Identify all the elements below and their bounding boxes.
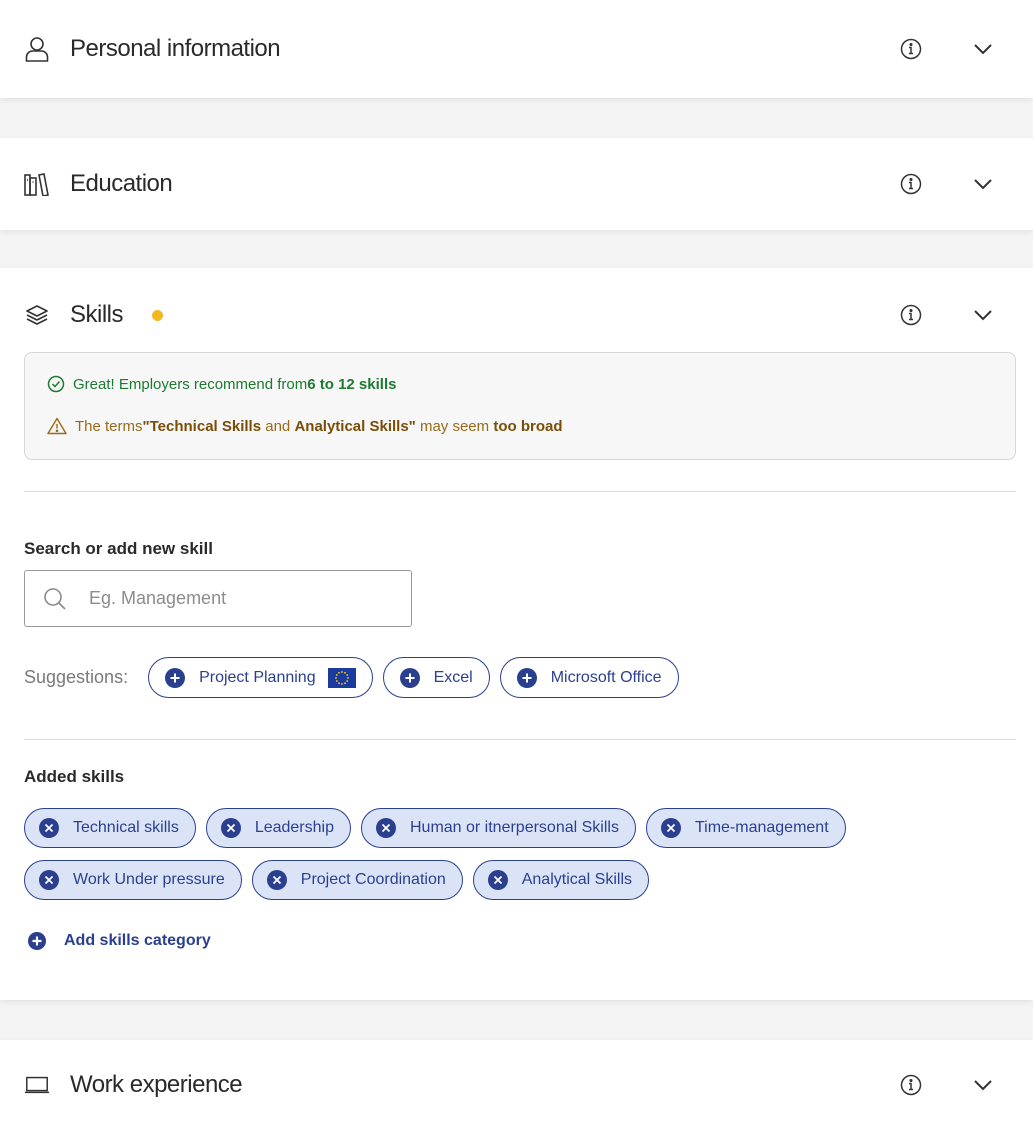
personal-information-title: Personal information <box>70 35 281 62</box>
divider <box>24 739 1016 740</box>
suggestions-row: Suggestions: Project Planning Excel Micr… <box>24 657 689 698</box>
feedback-warning: The terms "Technical Skills and Analytic… <box>47 417 562 435</box>
search-skill-label: Search or add new skill <box>24 539 213 558</box>
plus-circle-icon <box>28 932 46 950</box>
skills-card: Skills Great! Employers recommend from 6… <box>0 268 1033 1000</box>
chevron-down-icon[interactable] <box>971 303 995 327</box>
skill-tag-label: Time-management <box>694 819 829 836</box>
books-icon <box>24 171 50 197</box>
suggestion-project-planning[interactable]: Project Planning <box>148 657 373 698</box>
remove-circle-icon[interactable] <box>39 870 59 890</box>
skill-search-input[interactable] <box>89 588 349 609</box>
suggestion-excel[interactable]: Excel <box>382 657 490 698</box>
check-circle-icon <box>47 375 65 393</box>
work-experience-title: Work experience <box>70 1071 243 1098</box>
laptop-icon <box>24 1072 50 1098</box>
remove-circle-icon[interactable] <box>220 818 241 838</box>
add-skills-category-button[interactable]: Add skills category <box>28 932 211 950</box>
layers-icon <box>24 302 50 328</box>
feedback-warning-verdict: too broad <box>493 417 563 435</box>
chevron-down-icon[interactable] <box>971 37 995 61</box>
plus-circle-icon <box>399 667 420 688</box>
added-skills-label: Added skills <box>24 767 125 786</box>
remove-circle-icon[interactable] <box>487 870 508 890</box>
education-title: Education <box>70 170 173 197</box>
skills-title: Skills <box>70 301 124 328</box>
skill-tag[interactable]: Time-management <box>645 808 846 848</box>
work-experience-header[interactable]: Work experience <box>0 1040 1033 1128</box>
skill-tag[interactable]: Leadership <box>205 808 351 848</box>
chevron-down-icon[interactable] <box>971 172 995 196</box>
divider <box>24 491 1016 492</box>
suggestion-label: Microsoft Office <box>550 668 662 686</box>
remove-circle-icon[interactable] <box>39 818 59 838</box>
work-experience-card: Work experience <box>0 1040 1033 1128</box>
info-icon[interactable] <box>899 172 923 196</box>
info-icon[interactable] <box>899 1073 923 1097</box>
feedback-success-bold: 6 to 12 skills <box>307 375 397 393</box>
skill-tag[interactable]: Work Under pressure <box>24 860 242 900</box>
suggestions-label: Suggestions: <box>24 667 129 687</box>
remove-circle-icon[interactable] <box>660 818 681 838</box>
skill-tag[interactable]: Analytical Skills <box>472 860 649 900</box>
suggestion-label: Project Planning <box>199 668 316 686</box>
remove-circle-icon[interactable] <box>375 818 396 838</box>
skill-tag[interactable]: Technical skills <box>24 808 196 848</box>
education-header[interactable]: Education <box>0 138 1033 230</box>
suggestion-microsoft-office[interactable]: Microsoft Office <box>499 657 679 698</box>
feedback-success: Great! Employers recommend from 6 to 12 … <box>47 375 396 393</box>
info-icon[interactable] <box>899 37 923 61</box>
feedback-success-text: Great! Employers recommend from <box>73 375 308 393</box>
skills-header[interactable]: Skills <box>0 268 1033 362</box>
education-card: Education <box>0 138 1033 230</box>
feedback-warning-term1: "Technical Skills <box>142 417 262 435</box>
added-skills-row-1: Technical skills Leadership Human or itn… <box>24 808 856 848</box>
skill-search-field[interactable] <box>24 570 412 627</box>
skill-tag-label: Human or itnerpersonal Skills <box>409 819 619 836</box>
suggestion-label: Excel <box>433 668 473 686</box>
skill-tag[interactable]: Human or itnerpersonal Skills <box>360 808 636 848</box>
feedback-warning-text: The terms <box>75 417 143 435</box>
skill-tag-label: Technical skills <box>73 819 179 836</box>
remove-circle-icon[interactable] <box>266 870 287 890</box>
skill-tag[interactable]: Project Coordination <box>251 860 463 900</box>
person-icon <box>24 36 50 62</box>
chevron-down-icon[interactable] <box>971 1073 995 1097</box>
skill-tag-label: Analytical Skills <box>521 871 632 888</box>
added-skills-row-2: Work Under pressure Project Coordination… <box>24 860 659 900</box>
feedback-warning-mid: and <box>261 417 295 435</box>
plus-circle-icon <box>165 667 186 688</box>
warning-triangle-icon <box>47 417 67 435</box>
skill-tag-label: Work Under pressure <box>73 871 225 888</box>
eu-flag-icon <box>327 667 356 688</box>
info-icon[interactable] <box>899 303 923 327</box>
personal-information-header[interactable]: Personal information <box>0 0 1033 98</box>
personal-information-card: Personal information <box>0 0 1033 98</box>
skill-tag-label: Leadership <box>254 819 334 836</box>
add-skills-category-label: Add skills category <box>64 932 211 949</box>
status-indicator <box>152 309 163 321</box>
feedback-warning-mid2: may seem <box>415 417 494 435</box>
feedback-warning-term2: Analytical Skills" <box>294 417 416 435</box>
skills-feedback-box: Great! Employers recommend from 6 to 12 … <box>24 352 1016 460</box>
plus-circle-icon <box>516 667 537 688</box>
skill-tag-label: Project Coordination <box>300 871 446 888</box>
search-icon <box>43 587 67 611</box>
